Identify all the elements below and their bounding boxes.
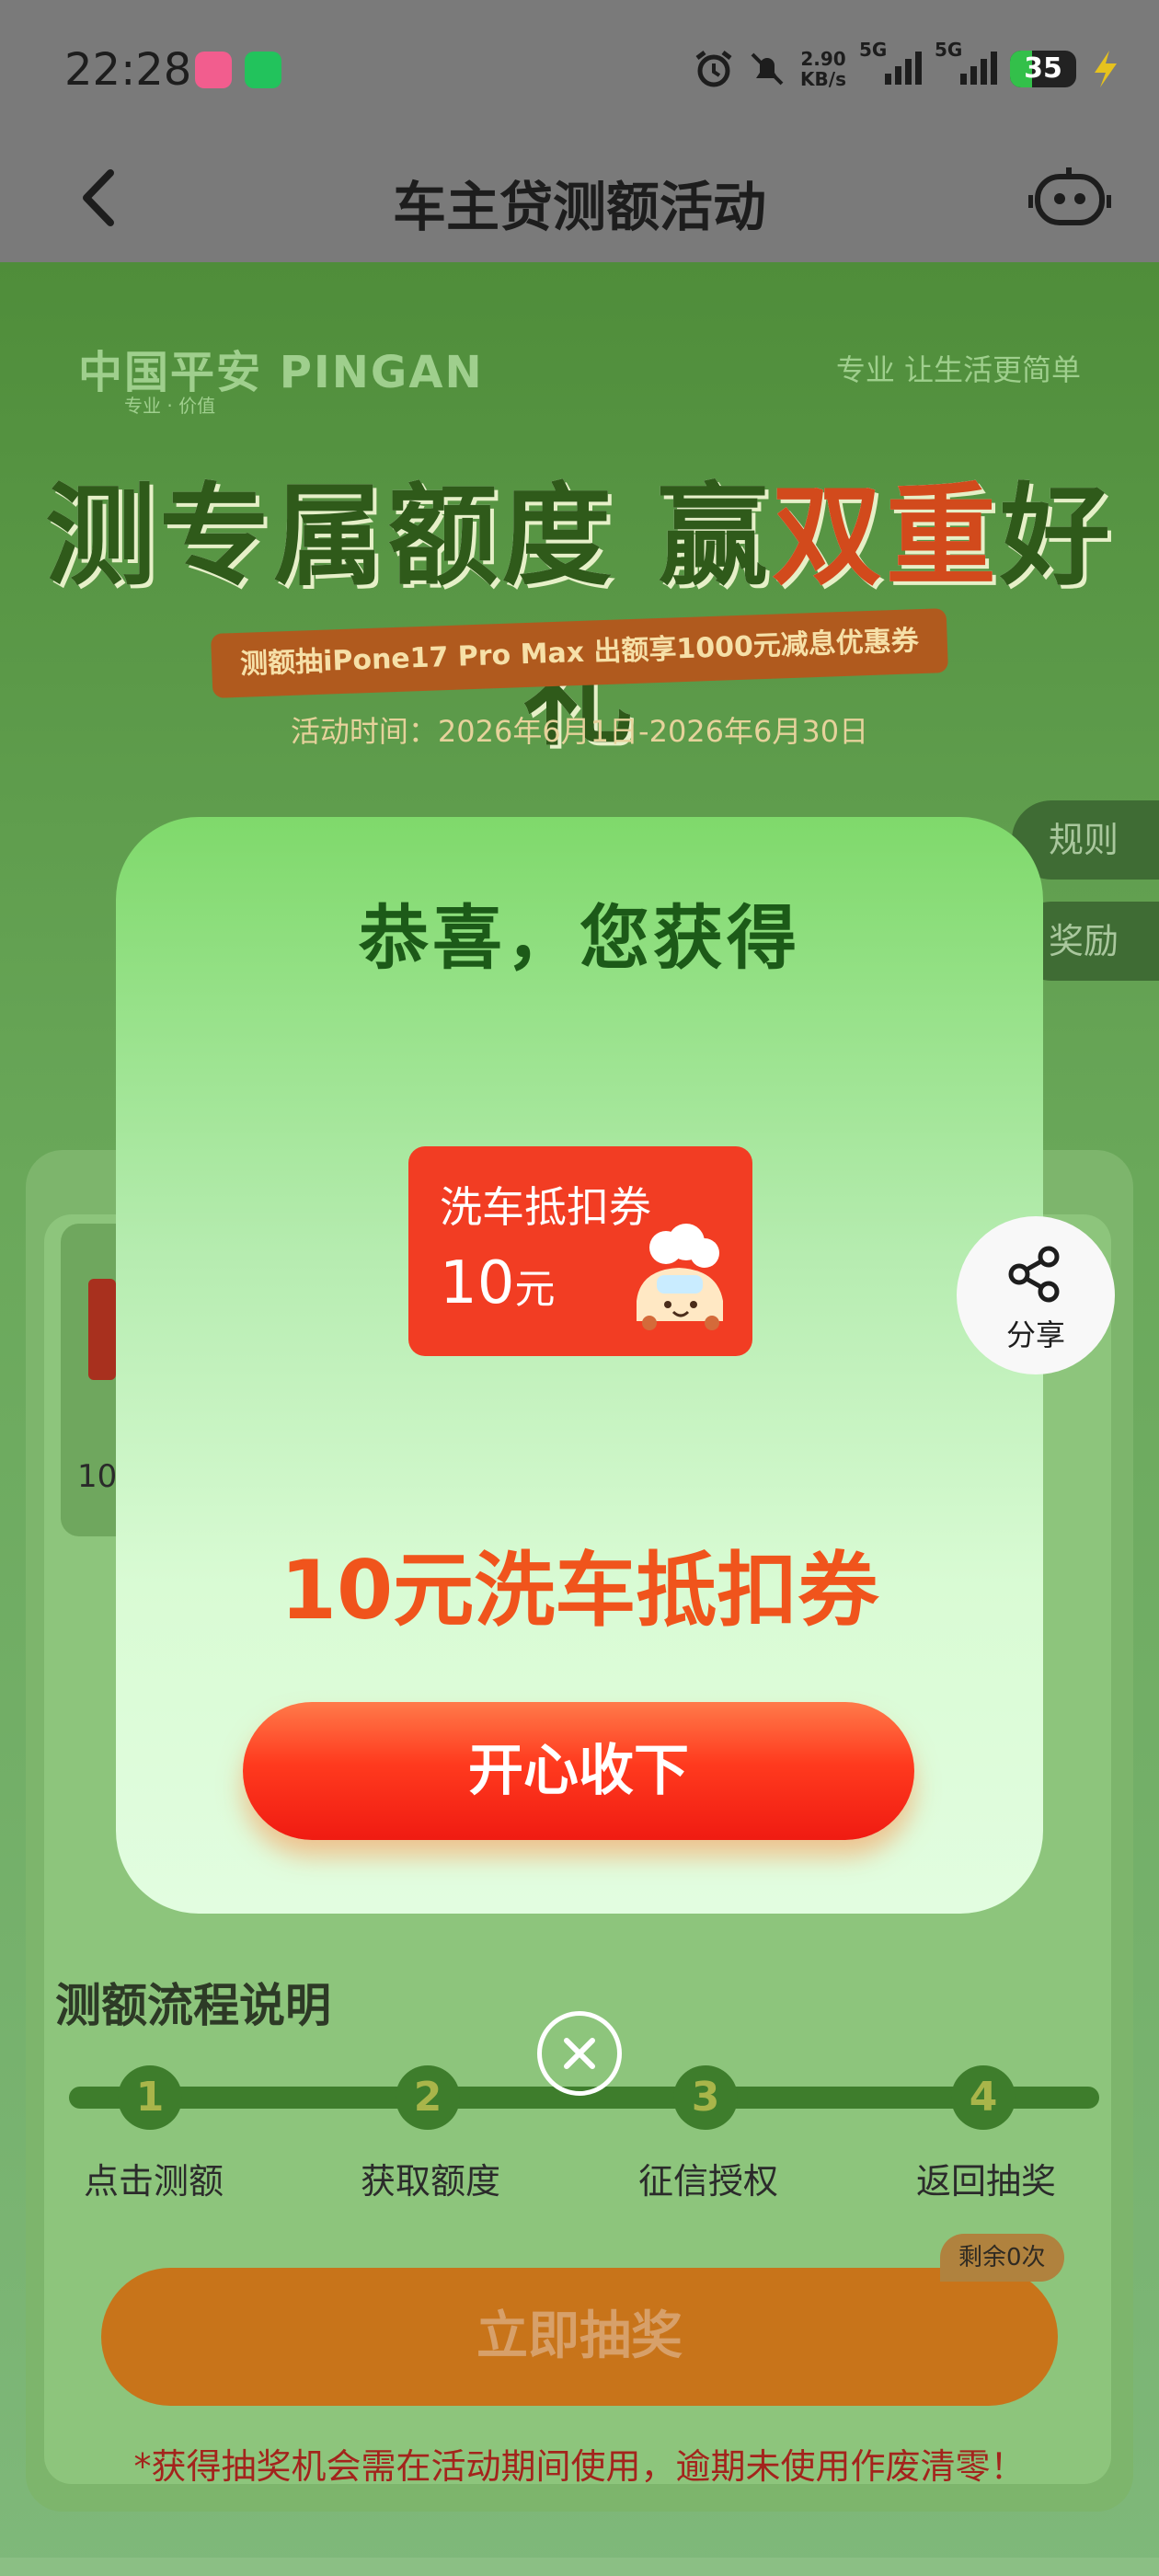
headline-part-1: 测专属额度 赢 [45, 473, 772, 601]
coupon-amount: 10 [440, 1249, 515, 1317]
step-4-dot: 4 [951, 2065, 1016, 2130]
step-1-dot: 1 [118, 2065, 182, 2130]
signal-bars-icon [960, 48, 997, 85]
bilibili-app-icon [195, 52, 232, 88]
coupon-card: 洗车抵扣券 10元 [408, 1146, 752, 1356]
dialog-title: 恭喜，您获得 [359, 897, 800, 979]
headline-part-2: 双重 [771, 473, 1000, 601]
alarm-icon [695, 50, 732, 86]
brand-subtitle: 专业 · 价值 [124, 395, 216, 417]
step-2-label: 获取额度 [360, 2161, 500, 2202]
car-wash-icon [637, 1224, 723, 1330]
activity-period: 活动时间：2026年6月1日-2026年6月30日 [290, 714, 869, 749]
net-type-1: 5G [859, 39, 888, 61]
coupon-value: 10元 [440, 1249, 555, 1317]
wechat-app-icon [245, 52, 281, 88]
signal-bars-icon [885, 48, 922, 85]
status-time: 22:28 [64, 44, 192, 96]
signal-1: 5G [859, 39, 922, 89]
accept-button[interactable]: 开心收下 [243, 1702, 914, 1840]
network-speed: 2.90 KB/s [800, 49, 846, 89]
charging-bolt-icon [1095, 50, 1117, 87]
page-title: 车主贷测额活动 [392, 176, 766, 238]
step-1-label: 点击测额 [83, 2161, 224, 2202]
net-type-2: 5G [935, 39, 963, 61]
net-speed-unit: KB/s [800, 67, 846, 90]
customer-service-robot-icon[interactable] [1028, 156, 1111, 239]
remaining-chances-badge: 剩余0次 [940, 2234, 1064, 2282]
battery-level: 35 [1024, 52, 1062, 85]
step-3-dot: 3 [673, 2065, 738, 2130]
coupon-unit: 元 [514, 1266, 556, 1313]
prize-cell-label: 10 [77, 1458, 118, 1495]
prize-dialog: 恭喜，您获得 洗车抵扣券 10元 10元洗车抵扣券 开心收下 [116, 817, 1043, 1914]
draw-now-button[interactable]: 立即抽奖 [101, 2268, 1058, 2406]
signal-2: 5G [935, 39, 997, 89]
next-section-edge [0, 2558, 1159, 2576]
mute-bell-icon [751, 52, 784, 85]
status-icons: 2.90 KB/s 5G 5G 35 [694, 39, 1122, 89]
share-label: 分享 [1005, 1317, 1065, 1352]
app-header: 车主贷测额活动 [0, 138, 1159, 262]
flow-title: 测额流程说明 [55, 1979, 331, 2032]
close-dialog-button[interactable] [537, 2011, 622, 2096]
step-3-label: 征信授权 [637, 2161, 778, 2202]
close-icon [564, 2038, 595, 2069]
battery-indicator: 35 [1010, 50, 1076, 87]
draw-notice: *获得抽奖机会需在活动期间使用，逾期未使用作废清零！ [133, 2446, 1026, 2487]
step-2-dot: 2 [396, 2065, 460, 2130]
brand-slogan: 专业 让生活更简单 [835, 352, 1081, 387]
prize-name: 10元洗车抵扣券 [280, 1543, 879, 1638]
step-4-label: 返回抽奖 [915, 2161, 1056, 2202]
net-speed-value: 2.90 [800, 47, 846, 70]
status-bar: 22:28 2.90 KB/s 5G 5G 35 [0, 0, 1159, 138]
share-icon [1008, 1246, 1060, 1303]
share-button[interactable]: 分享 [957, 1216, 1115, 1374]
